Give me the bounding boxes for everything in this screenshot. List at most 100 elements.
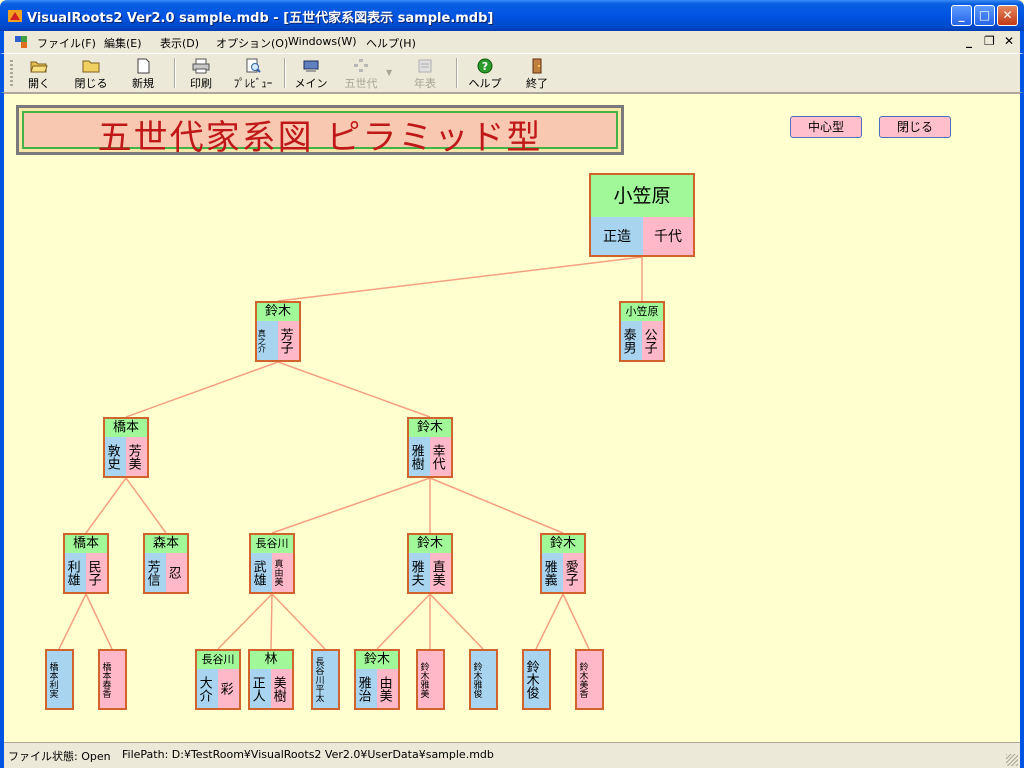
menu-bar: ファイル(F) 編集(E) 表示(D) オプション(O) Windows(W) … — [0, 31, 1024, 53]
title-banner: 五世代家系図 ピラミッド型 — [16, 105, 624, 158]
main-label: メイン — [294, 77, 328, 90]
menu-view[interactable]: 表示(D) — [160, 35, 199, 51]
close-file-label: 閉じる — [74, 77, 108, 90]
wife-name: 彩 — [217, 682, 233, 695]
menu-options[interactable]: オプション(O) — [216, 35, 288, 51]
mdi-close-button[interactable]: ✕ — [1004, 34, 1014, 48]
husband-name: 雅治 — [355, 675, 371, 702]
couple-node[interactable]: 長谷川 大介 彩 — [195, 649, 241, 710]
exit-label: 終了 — [526, 77, 548, 90]
wife-name: 民子 — [85, 559, 101, 586]
main-button[interactable]: メイン — [288, 56, 334, 90]
maximize-button[interactable]: □ — [974, 5, 995, 26]
husband-name: 利雄 — [64, 559, 80, 586]
husband-cell: 雅夫 — [409, 553, 430, 592]
wife-name: 忍 — [165, 566, 181, 579]
dropdown-arrow-icon[interactable]: ▼ — [386, 68, 392, 77]
person-name: 鈴木俊 — [523, 660, 539, 699]
chronology-button[interactable]: 年表 — [402, 56, 448, 90]
couple-node[interactable]: 鈴木 雅樹 幸代 — [407, 417, 453, 478]
single-person-node[interactable]: 橋本利実 — [45, 649, 74, 710]
husband-cell: 敦史 — [105, 437, 126, 476]
husband-name: 大介 — [196, 675, 212, 702]
couple-node[interactable]: 橋本 利雄 民子 — [63, 533, 109, 594]
mdi-restore-button[interactable]: ❐ — [984, 34, 995, 48]
exit-button[interactable]: 終了 — [514, 56, 560, 90]
surname-label: 鈴木 — [356, 651, 398, 669]
surname-label: 小笠原 — [591, 175, 693, 217]
surname-label: 鈴木 — [409, 535, 451, 553]
husband-cell: 雅治 — [356, 669, 377, 708]
single-person-node[interactable]: 鈴木美香 — [575, 649, 604, 710]
person-name: 鈴木美香 — [577, 661, 588, 698]
svg-text:?: ? — [482, 60, 488, 73]
husband-name: 真之介 — [257, 328, 267, 353]
help-label: ヘルプ — [468, 77, 502, 90]
couple-node[interactable]: 鈴木 雅義 愛子 — [540, 533, 586, 594]
menu-windows[interactable]: Windows(W) — [288, 35, 357, 48]
single-person-node[interactable]: 鈴木雅俊 — [469, 649, 498, 710]
single-person-node[interactable]: 鈴木俊 — [522, 649, 551, 710]
menu-edit[interactable]: 編集(E) — [104, 35, 142, 51]
preview-button[interactable]: ﾌﾟﾚﾋﾞｭｰ — [230, 56, 276, 90]
printer-icon — [192, 58, 210, 74]
print-button[interactable]: 印刷 — [178, 56, 224, 90]
husband-cell: 芳信 — [145, 553, 166, 592]
open-button[interactable]: 開く — [16, 56, 62, 90]
exit-door-icon — [532, 58, 542, 74]
couple-node[interactable]: 鈴木 雅夫 直美 — [407, 533, 453, 594]
single-person-node[interactable]: 長谷川平太 — [311, 649, 340, 710]
husband-name: 正人 — [249, 675, 265, 702]
mdi-minimize-button[interactable]: _ — [966, 34, 972, 48]
toolbar: 開く 閉じる 新規 印刷 ﾌﾟﾚﾋﾞｭｰ メイン 五世代 ▼ 年表 ? ヘルプ … — [0, 53, 1024, 93]
husband-name: 敦史 — [104, 443, 120, 470]
single-person-node[interactable]: 鈴木雅美 — [416, 649, 445, 710]
resize-grip-icon[interactable] — [1006, 754, 1018, 766]
menu-file[interactable]: ファイル(F) — [37, 35, 96, 51]
husband-name: 武雄 — [250, 559, 266, 586]
title-bar: VisualRoots2 Ver2.0 sample.mdb - [五世代家系図… — [0, 0, 1024, 31]
toolbar-separator — [284, 58, 286, 88]
five-gen-button[interactable]: 五世代 — [338, 56, 384, 90]
couple-node[interactable]: 小笠原 泰男 公子 — [619, 301, 665, 362]
couple-node[interactable]: 林 正人 美樹 — [248, 649, 294, 710]
menu-help[interactable]: ヘルプ(H) — [366, 35, 416, 51]
wife-name: 美樹 — [270, 675, 286, 702]
center-type-button[interactable]: 中心型 — [790, 116, 862, 138]
close-window-button[interactable]: ✕ — [997, 5, 1018, 26]
couple-node[interactable]: 橋本 敦史 芳美 — [103, 417, 149, 478]
husband-name: 雅夫 — [408, 559, 424, 586]
print-label: 印刷 — [190, 77, 212, 90]
file-path-text: FilePath: D:¥TestRoom¥VisualRoots2 Ver2.… — [122, 748, 494, 761]
window-title: VisualRoots2 Ver2.0 sample.mdb - [五世代家系図… — [27, 11, 494, 26]
surname-label: 橋本 — [105, 419, 147, 437]
wife-cell: 彩 — [218, 669, 239, 708]
surname-label: 鈴木 — [542, 535, 584, 553]
close-file-button[interactable]: 閉じる — [68, 56, 114, 90]
husband-cell: 泰男 — [621, 321, 642, 360]
print-preview-icon — [246, 58, 261, 73]
person-name: 橋本春香 — [100, 661, 111, 698]
minimize-button[interactable]: _ — [951, 5, 972, 26]
toolbar-grip[interactable] — [10, 60, 13, 88]
husband-cell: 大介 — [197, 669, 218, 708]
couple-node[interactable]: 森本 芳信 忍 — [143, 533, 189, 594]
preview-label: ﾌﾟﾚﾋﾞｭｰ — [233, 77, 273, 90]
family-tree-canvas — [4, 93, 1020, 743]
mdi-child-icon[interactable] — [14, 35, 28, 49]
folder-icon — [82, 60, 100, 73]
single-person-node[interactable]: 橋本春香 — [98, 649, 127, 710]
close-view-button[interactable]: 閉じる — [879, 116, 951, 138]
couple-node[interactable]: 鈴木 雅治 由美 — [354, 649, 400, 710]
couple-node[interactable]: 長谷川 武雄 真由美 — [249, 533, 295, 594]
new-button[interactable]: 新規 — [120, 56, 166, 90]
husband-cell: 雅樹 — [409, 437, 430, 476]
couple-node[interactable]: 鈴木 真之介 芳子 — [255, 301, 301, 362]
wife-cell: 美樹 — [271, 669, 292, 708]
wife-name: 由美 — [376, 675, 392, 702]
couple-node[interactable]: 小笠原 正造 千代 — [589, 173, 695, 257]
surname-label: 長谷川 — [197, 651, 239, 669]
husband-cell: 雅義 — [542, 553, 563, 592]
wife-cell: 芳子 — [278, 321, 299, 360]
help-button[interactable]: ? ヘルプ — [462, 56, 508, 90]
